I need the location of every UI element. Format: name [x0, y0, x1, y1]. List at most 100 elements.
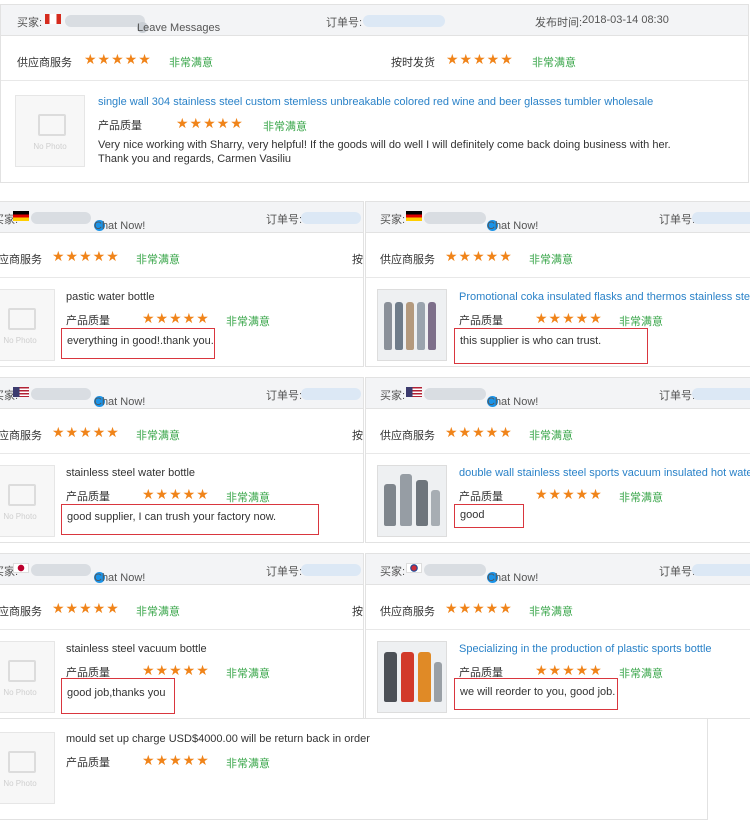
- product-quality-label: 产品质量: [459, 315, 503, 327]
- buyer-name-blurred: [424, 212, 486, 224]
- buyer-name-blurred: [31, 212, 91, 224]
- supplier-service-label: 供应商服务: [0, 430, 42, 442]
- star-rating: ★★★★★: [52, 424, 120, 440]
- usa-flag-icon: [406, 387, 422, 397]
- order-label: 订单号:: [659, 214, 696, 226]
- satisfied-label: 非常满意: [529, 430, 573, 442]
- star-rating: ★★★★★: [445, 248, 513, 264]
- order-label: 订单号:: [659, 566, 696, 578]
- image-icon: [8, 660, 36, 682]
- product-quality-label: 产品质量: [98, 120, 142, 132]
- on-time-label-truncated: 按: [352, 606, 363, 618]
- supplier-service-label: 供应商服务: [380, 430, 435, 442]
- germany-flag-icon: [13, 211, 29, 221]
- satisfied-label: 非常满意: [136, 254, 180, 266]
- on-time-label: 按时发货: [391, 57, 435, 69]
- review-text: good supplier, I can trush your factory …: [67, 511, 277, 523]
- image-icon: [38, 114, 66, 136]
- satisfied-label: 非常满意: [136, 606, 180, 618]
- satisfied-label: 非常满意: [169, 57, 213, 69]
- satisfied-label: 非常满意: [529, 254, 573, 266]
- star-rating: ★★★★★: [52, 248, 120, 264]
- no-photo-placeholder: No Photo: [0, 732, 55, 804]
- image-icon: [8, 751, 36, 773]
- star-rating: ★★★★★: [142, 486, 210, 502]
- image-icon: [8, 308, 36, 330]
- satisfied-label: 非常满意: [226, 758, 270, 770]
- satisfied-label: 非常满意: [263, 121, 307, 133]
- review-header: 买家: Chat Now! 订单号:: [366, 554, 750, 585]
- star-rating: ★★★★★: [142, 310, 210, 326]
- buyer-label: 买家:: [380, 214, 406, 226]
- order-label: 订单号:: [326, 17, 363, 29]
- star-rating: ★★★★★: [52, 600, 120, 616]
- product-title-link[interactable]: single wall 304 stainless steel custom s…: [98, 96, 653, 108]
- buyer-name-blurred: [65, 15, 145, 27]
- satisfied-label: 非常满意: [529, 606, 573, 618]
- star-rating: ★★★★★: [142, 752, 210, 768]
- order-number-blurred: [692, 564, 750, 576]
- review-text: good job,thanks you: [67, 687, 166, 699]
- product-quality-label: 产品质量: [66, 315, 110, 327]
- supplier-service-label: 供应商服务: [380, 254, 435, 266]
- satisfied-label: 非常满意: [226, 668, 270, 680]
- star-rating: ★★★★★: [535, 662, 603, 678]
- satisfied-label: 非常满意: [619, 316, 663, 328]
- no-photo-placeholder: No Photo: [0, 289, 55, 361]
- order-number-blurred: [301, 388, 361, 400]
- rating-row: 供应商服务 ★★★★★ 非常满意: [366, 233, 750, 278]
- review-card-left-2: 买家: Chat Now! 订单号: 供应商服务 ★★★★★ 非常满意 按 No…: [0, 377, 364, 543]
- product-quality-label: 产品质量: [66, 491, 110, 503]
- satisfied-label: 非常满意: [136, 430, 180, 442]
- star-rating: ★★★★★: [446, 51, 514, 67]
- star-rating: ★★★★★: [445, 600, 513, 616]
- product-title-link[interactable]: Promotional coka insulated flasks and th…: [459, 291, 750, 303]
- japan-flag-icon: [13, 563, 29, 573]
- star-rating: ★★★★★: [535, 486, 603, 502]
- review-header: 买家: Chat Now! 订单号:: [366, 202, 750, 233]
- publish-time-label: 发布时间:: [535, 17, 583, 29]
- supplier-service-label: 供应商服务: [0, 606, 42, 618]
- order-label: 订单号:: [266, 566, 303, 578]
- product-title-link[interactable]: Specializing in the production of plasti…: [459, 643, 712, 655]
- product-image: [377, 465, 447, 537]
- star-rating: ★★★★★: [535, 310, 603, 326]
- review-header: 买家: Chat Now! 订单号:: [366, 378, 750, 409]
- usa-flag-icon: [13, 387, 29, 397]
- publish-time-value: 2018-03-14 08:30: [582, 14, 669, 26]
- product-title: pastic water bottle: [66, 291, 155, 303]
- order-label: 订单号:: [659, 390, 696, 402]
- no-photo-placeholder: No Photo: [0, 465, 55, 537]
- no-photo-placeholder: No Photo: [15, 95, 85, 167]
- korea-flag-icon: [406, 563, 422, 573]
- canada-flag-icon: [45, 14, 61, 24]
- satisfied-label: 非常满意: [226, 316, 270, 328]
- review-card-left-4: No Photo mould set up charge USD$4000.00…: [0, 718, 708, 820]
- product-image: [377, 641, 447, 713]
- rating-row: 供应商服务 ★★★★★ 非常满意: [366, 409, 750, 454]
- review-card-right-1: 买家: Chat Now! 订单号: 供应商服务 ★★★★★ 非常满意 Prom…: [365, 201, 750, 367]
- product-title: stainless steel vacuum bottle: [66, 643, 207, 655]
- satisfied-label: 非常满意: [226, 492, 270, 504]
- satisfied-label: 非常满意: [619, 492, 663, 504]
- on-time-label-truncated: 按: [352, 430, 363, 442]
- buyer-label: 买家:: [17, 17, 43, 29]
- order-number-blurred: [301, 212, 361, 224]
- product-quality-label: 产品质量: [66, 757, 110, 769]
- review-text: this supplier is who can trust.: [460, 335, 602, 347]
- supplier-service-label: 供应商服务: [17, 57, 72, 69]
- review-card-left-1: 买家: Chat Now! 订单号: 供应商服务 ★★★★★ 非常满意 按 No…: [0, 201, 364, 367]
- order-number-blurred: [301, 564, 361, 576]
- review-card-right-2: 买家: Chat Now! 订单号: 供应商服务 ★★★★★ 非常满意 doub…: [365, 377, 750, 543]
- product-image: [377, 289, 447, 361]
- order-number-blurred: [363, 15, 445, 27]
- buyer-name-blurred: [424, 388, 486, 400]
- order-number-blurred: [692, 388, 750, 400]
- review-header: 买家: Chat Now! 订单号:: [0, 554, 363, 585]
- germany-flag-icon: [406, 211, 422, 221]
- product-title-link[interactable]: double wall stainless steel sports vacuu…: [459, 467, 750, 479]
- star-rating: ★★★★★: [84, 51, 152, 67]
- rating-row: 供应商服务 ★★★★★ 非常满意 按时发货 ★★★★★ 非常满意: [1, 36, 748, 81]
- star-rating: ★★★★★: [176, 115, 244, 131]
- buyer-label: 买家:: [380, 566, 406, 578]
